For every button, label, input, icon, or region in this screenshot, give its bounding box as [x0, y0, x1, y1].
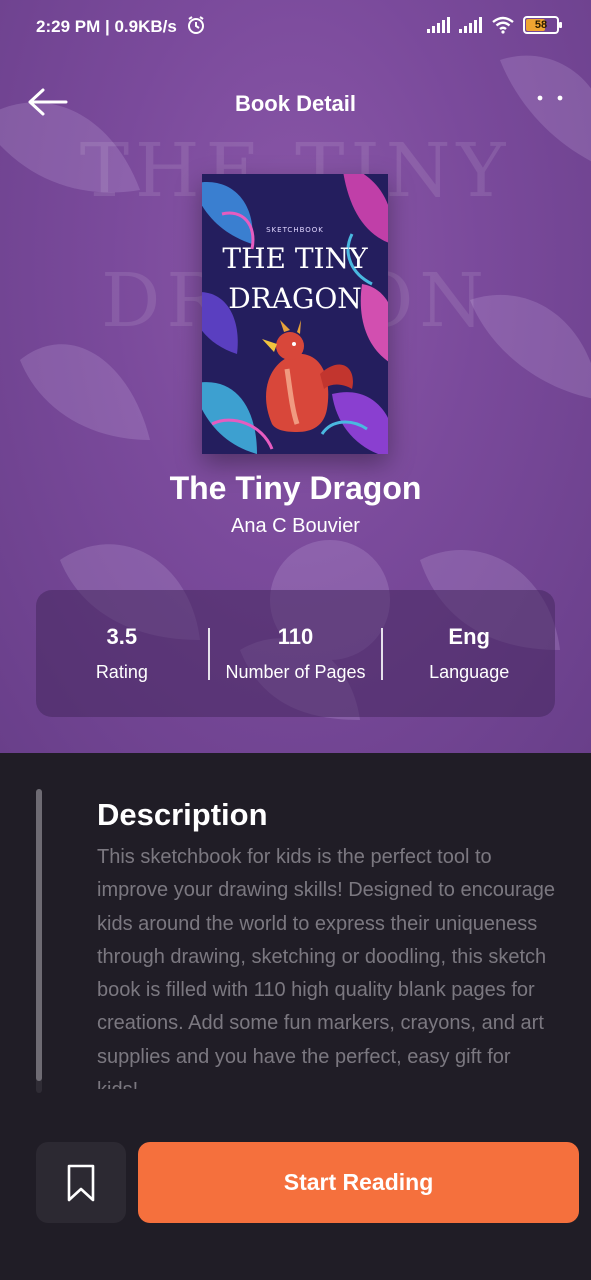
scrollbar-track[interactable] [36, 789, 42, 1093]
battery-icon: 58 [523, 16, 562, 34]
cover-kicker: SKETCHBOOK [266, 226, 324, 234]
bookmark-icon [67, 1164, 95, 1201]
description-title: Description [97, 797, 268, 832]
book-cover: SKETCHBOOK THE TINY DRAGON [202, 174, 388, 454]
status-icons: 58 [427, 16, 562, 34]
signal-icon [427, 17, 450, 33]
description-text: This sketchbook for kids is the perfect … [97, 846, 556, 1089]
stat-rating-label: Rating [95, 662, 148, 682]
wifi-icon [492, 16, 514, 34]
more-dots-icon[interactable] [532, 88, 572, 110]
page-title: Book Detail [234, 91, 357, 116]
hero-section: THE TINY DRAGON 2:29 PM | 0.9KB/s [0, 0, 591, 753]
battery-tip [559, 22, 562, 28]
stat-rating: 3.5 Rating [36, 624, 208, 683]
stat-pages-label: Number of Pages [225, 662, 366, 682]
book-detail-screen: THE TINY DRAGON 2:29 PM | 0.9KB/s [0, 0, 591, 1280]
cover-title-line2: DRAGON [228, 282, 362, 315]
status-bar: 2:29 PM | 0.9KB/s 58 [0, 0, 591, 56]
scrollbar-thumb[interactable] [36, 789, 42, 1081]
battery-level-text: 58 [534, 19, 548, 31]
book-cover-art: SKETCHBOOK THE TINY DRAGON [202, 174, 388, 454]
description-scroll-area[interactable]: This sketchbook for kids is the perfect … [97, 841, 557, 1089]
stat-language: Eng Language [383, 624, 555, 683]
stat-language-value: Eng [448, 624, 490, 649]
bookmark-button[interactable] [36, 1142, 126, 1223]
stat-pages: 110 Number of Pages [210, 624, 382, 683]
book-title: The Tiny Dragon [169, 470, 422, 506]
stat-rating-value: 3.5 [106, 624, 138, 649]
alarm-icon [188, 16, 204, 34]
status-time: 2:29 PM | 0.9KB/s [36, 17, 177, 36]
book-stats-card: 3.5 Rating 110 Number of Pages Eng Langu… [36, 590, 555, 717]
signal-icon-2 [459, 17, 482, 33]
cover-title-line1: THE TINY [222, 242, 368, 275]
stat-language-label: Language [429, 662, 510, 682]
stat-pages-value: 110 [277, 624, 314, 649]
start-reading-button[interactable]: Start Reading [138, 1142, 579, 1223]
book-author: Ana C Bouvier [231, 515, 360, 537]
